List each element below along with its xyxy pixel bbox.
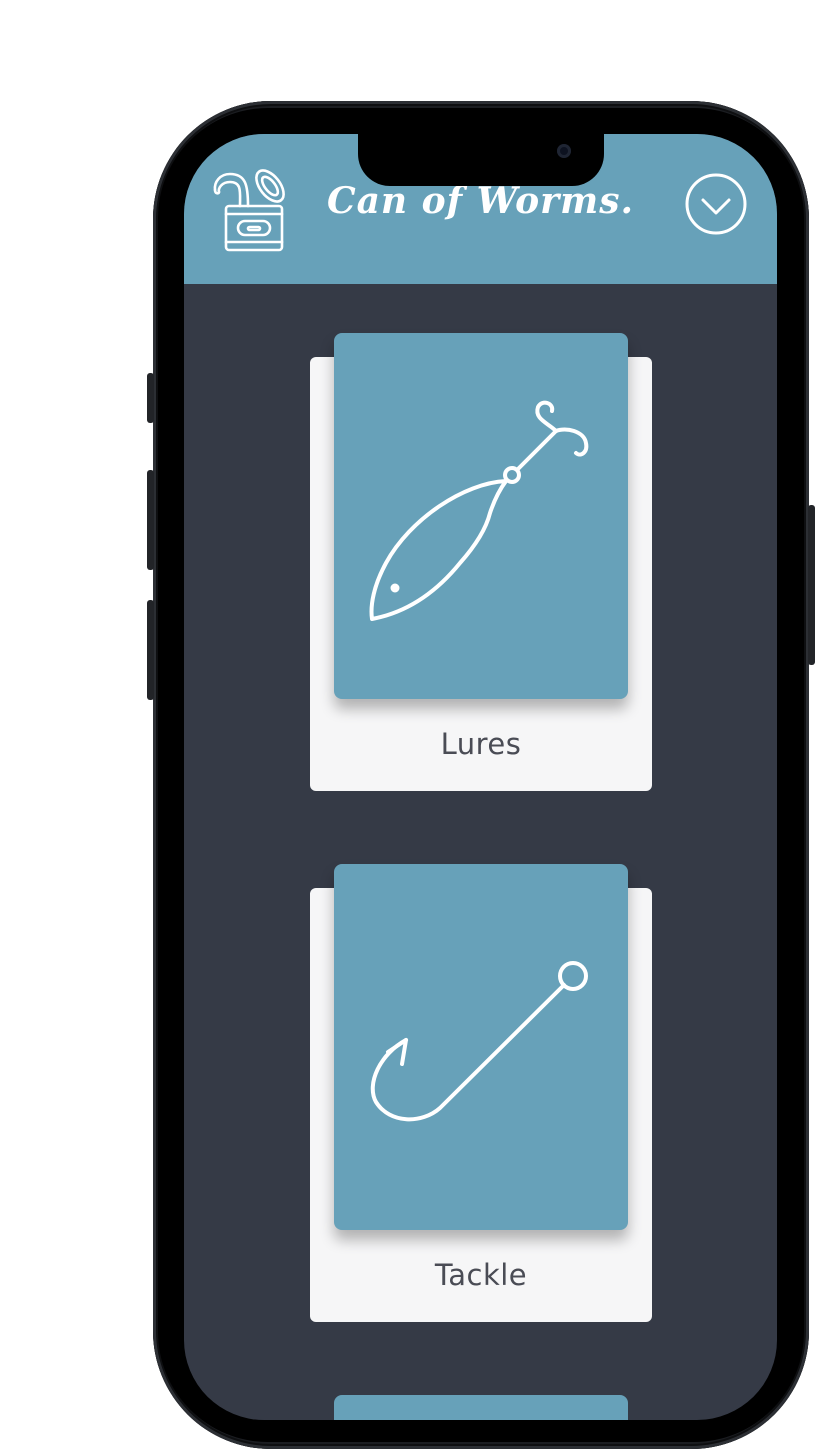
mute-switch [147,373,154,423]
app-screen: Can of Worms. Lures Tackle [184,134,777,1420]
app-header: Can of Worms. [184,134,777,284]
volume-down-button [147,600,154,700]
category-card-tackle[interactable]: Tackle [310,864,652,1322]
chevron-down-circle-icon[interactable] [682,170,750,238]
fishing-hook-icon [370,961,588,1122]
card-image[interactable] [334,864,628,1230]
power-button [808,505,815,665]
category-card-lures[interactable]: Lures [310,333,652,791]
card-label: Lures [440,727,522,761]
card-image[interactable] [334,333,628,699]
card-label: Tackle [434,1258,528,1292]
category-card-next[interactable] [334,1395,628,1420]
camera-notch [358,134,604,186]
volume-up-button [147,470,154,570]
front-camera [557,144,571,158]
fishing-lure-icon [369,400,589,621]
